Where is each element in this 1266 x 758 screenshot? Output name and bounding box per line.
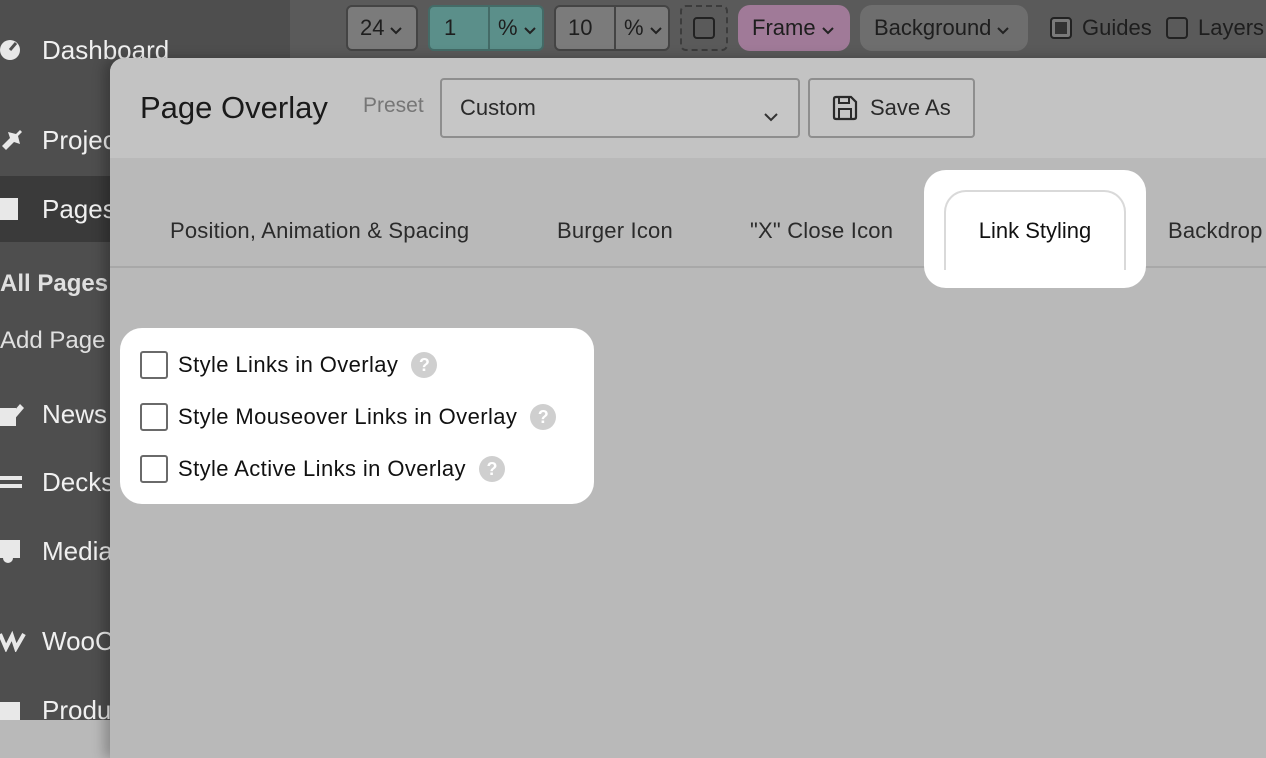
tab-burger-icon[interactable]: Burger Icon bbox=[557, 218, 673, 244]
sidebar-subitem-add-page[interactable]: Add Page bbox=[0, 327, 105, 355]
save-as-label: Save As bbox=[870, 95, 951, 120]
option-label: Style Active Links in Overlay bbox=[178, 456, 466, 481]
edit-icon bbox=[0, 402, 42, 426]
background-label: Background bbox=[874, 15, 992, 40]
frame-toggle[interactable] bbox=[680, 5, 728, 51]
tab-position-animation-spacing[interactable]: Position, Animation & Spacing bbox=[170, 218, 469, 244]
sidebar-item-label: Media bbox=[42, 535, 113, 566]
modal-header: Page Overlay Preset Custom Save As bbox=[110, 58, 1266, 158]
chevron-down-icon bbox=[649, 15, 662, 41]
layers-label: Layers bbox=[1198, 15, 1265, 40]
pages-icon bbox=[0, 196, 42, 222]
size-select[interactable]: 24 bbox=[346, 5, 418, 51]
preset-value: Custom bbox=[460, 95, 536, 120]
gap-field[interactable]: 10 % bbox=[554, 5, 670, 51]
sidebar-subitem-all-pages[interactable]: All Pages bbox=[0, 270, 108, 298]
deck-icon bbox=[0, 470, 42, 494]
page-overlay-modal: Page Overlay Preset Custom Save As Posit… bbox=[110, 58, 1266, 758]
width-input[interactable]: 1 bbox=[430, 15, 488, 41]
chevron-down-icon bbox=[997, 15, 1010, 41]
tab-label: Link Styling bbox=[978, 218, 1092, 243]
style-links-checkbox[interactable] bbox=[140, 351, 168, 379]
option-style-links[interactable]: Style Links in Overlay ? bbox=[140, 350, 438, 380]
dashboard-icon bbox=[0, 38, 42, 62]
help-icon[interactable]: ? bbox=[478, 456, 505, 482]
help-icon[interactable]: ? bbox=[411, 352, 438, 378]
frame-label: Frame bbox=[752, 15, 816, 40]
chevron-down-icon bbox=[821, 15, 834, 41]
products-icon bbox=[0, 698, 42, 722]
checkbox-icon bbox=[693, 17, 715, 39]
style-active-links-checkbox[interactable] bbox=[140, 455, 168, 483]
save-icon bbox=[832, 95, 858, 121]
style-mouseover-links-checkbox[interactable] bbox=[140, 403, 168, 431]
modal-title: Page Overlay bbox=[140, 90, 328, 125]
preset-select[interactable]: Custom bbox=[440, 78, 800, 138]
chevron-down-icon bbox=[764, 102, 778, 128]
chevron-down-icon bbox=[523, 15, 536, 41]
tab-bar: Position, Animation & Spacing Burger Ico… bbox=[110, 158, 1266, 288]
save-as-button[interactable]: Save As bbox=[808, 78, 975, 138]
help-icon[interactable]: ? bbox=[530, 404, 557, 430]
media-icon bbox=[0, 538, 42, 564]
option-label: Style Mouseover Links in Overlay bbox=[178, 404, 518, 429]
tab-highlight: Link Styling bbox=[924, 170, 1146, 288]
pin-icon bbox=[0, 128, 42, 152]
option-style-active-links[interactable]: Style Active Links in Overlay ? bbox=[140, 454, 505, 484]
chevron-down-icon bbox=[390, 15, 403, 41]
width-field[interactable]: 1 % bbox=[428, 5, 544, 51]
preset-label: Preset bbox=[363, 94, 424, 117]
guides-label: Guides bbox=[1082, 15, 1152, 40]
sidebar-item-label: Pages bbox=[42, 193, 116, 224]
gap-unit[interactable]: % bbox=[616, 15, 644, 41]
gap-input[interactable]: 10 bbox=[556, 15, 614, 41]
sidebar-item-label: News bbox=[42, 398, 108, 429]
editor-toolbar: 24 1 % 10 % Frame Background Guides Laye… bbox=[290, 0, 1266, 58]
guides-toggle[interactable]: Guides bbox=[1050, 5, 1160, 51]
option-style-mouseover-links[interactable]: Style Mouseover Links in Overlay ? bbox=[140, 402, 557, 432]
width-unit[interactable]: % bbox=[490, 15, 518, 41]
tab-backdrop[interactable]: Backdrop bbox=[1168, 218, 1263, 244]
woo-icon bbox=[0, 630, 42, 652]
layers-toggle[interactable]: Layers bbox=[1166, 5, 1266, 51]
sidebar-item-label: Decks bbox=[42, 466, 115, 497]
guides-checkbox[interactable] bbox=[1050, 17, 1072, 39]
size-value: 24 bbox=[360, 15, 385, 40]
layers-checkbox[interactable] bbox=[1166, 17, 1188, 39]
tab-link-styling[interactable]: Link Styling bbox=[944, 190, 1126, 270]
frame-dropdown[interactable]: Frame bbox=[738, 5, 850, 51]
link-styling-options: Style Links in Overlay ? Style Mouseover… bbox=[120, 328, 594, 504]
option-label: Style Links in Overlay bbox=[178, 352, 399, 377]
background-dropdown[interactable]: Background bbox=[860, 5, 1028, 51]
tab-close-icon[interactable]: "X" Close Icon bbox=[750, 218, 893, 244]
